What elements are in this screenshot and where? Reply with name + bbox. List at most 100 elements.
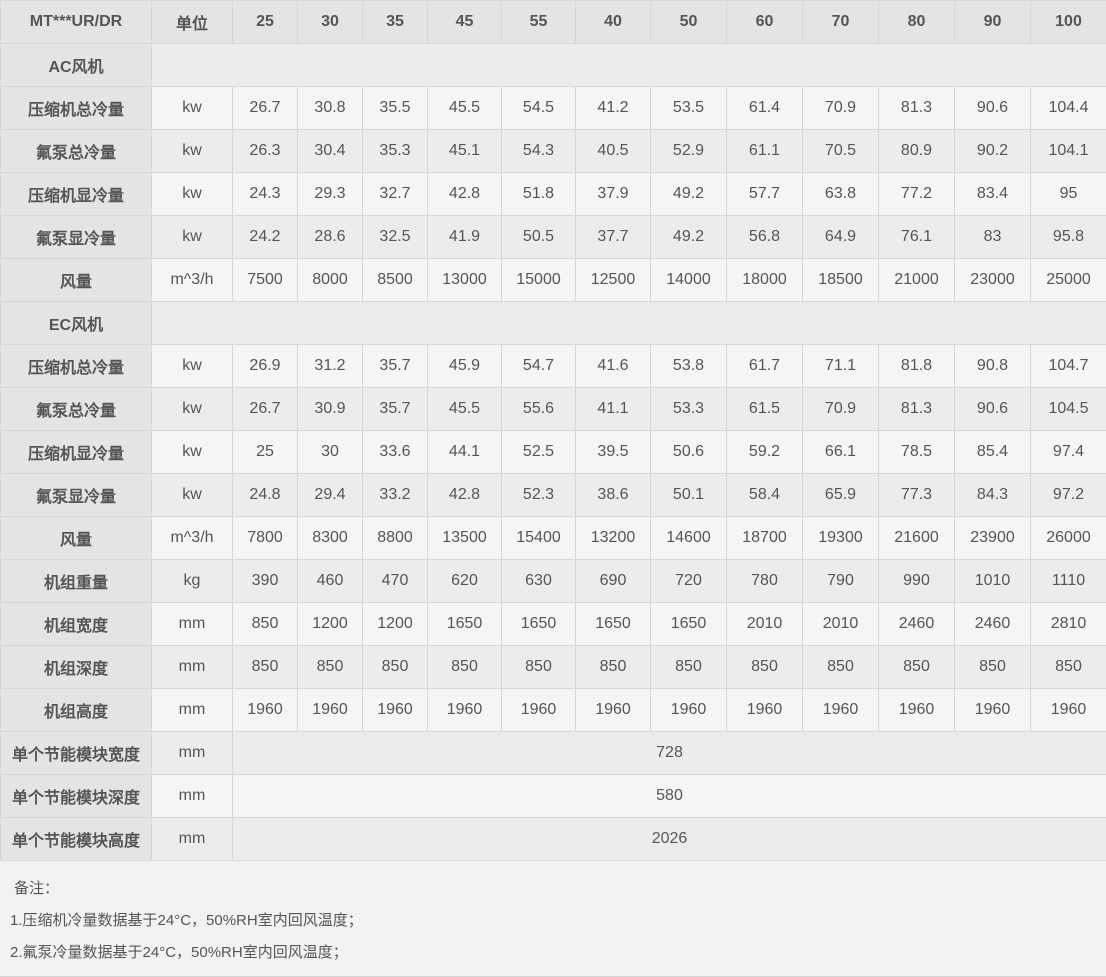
row-label: 机组重量 — [0, 559, 152, 603]
row-label: 单个节能模块高度 — [0, 817, 152, 861]
value-cell: 28.6 — [297, 215, 363, 259]
value-cell: 35.5 — [362, 86, 428, 130]
row-unit: m^3/h — [151, 258, 233, 302]
value-cell: 850 — [362, 645, 428, 689]
row-unit: kw — [151, 344, 233, 388]
table-row: 单个节能模块深度 mm 580 — [0, 774, 1106, 818]
value-cell: 40.5 — [575, 129, 651, 173]
value-cell: 1960 — [878, 688, 955, 732]
value-cell: 12500 — [575, 258, 651, 302]
table-row: 氟泵总冷量 kw 26.7 30.9 35.7 45.5 55.6 41.1 53.3 61.5 7… — [0, 387, 1106, 431]
value-cell: 21000 — [878, 258, 955, 302]
value-cell: 850 — [232, 602, 298, 646]
value-cell: 2460 — [878, 602, 955, 646]
value-cell: 30.9 — [297, 387, 363, 431]
value-cell: 61.5 — [726, 387, 803, 431]
value-cell: 44.1 — [427, 430, 502, 474]
table-row: 机组重量 kg 390 460 470 620 630 690 720 780 790 990 1010… — [0, 559, 1106, 603]
value-cell: 83 — [954, 215, 1031, 259]
value-cell: 8000 — [297, 258, 363, 302]
row-label: 单个节能模块深度 — [0, 774, 152, 818]
value-cell: 8300 — [297, 516, 363, 560]
table-row: 压缩机显冷量 kw 24.3 29.3 32.7 42.8 51.8 37.9 49.2 57.7… — [0, 172, 1106, 216]
row-unit: mm — [151, 817, 233, 861]
value-cell: 18700 — [726, 516, 803, 560]
table-row: 氟泵显冷量 kw 24.8 29.4 33.2 42.8 52.3 38.6 50.1 58.4 6… — [0, 473, 1106, 517]
value-cell: 850 — [575, 645, 651, 689]
section-title: AC风机 — [0, 43, 152, 87]
value-cell: 95 — [1030, 172, 1106, 216]
model-header-cell: 50 — [650, 0, 727, 44]
value-cell: 1960 — [575, 688, 651, 732]
value-cell: 64.9 — [802, 215, 879, 259]
value-cell: 990 — [878, 559, 955, 603]
value-cell: 7800 — [232, 516, 298, 560]
model-header-cell: 35 — [362, 0, 428, 44]
value-cell: 104.7 — [1030, 344, 1106, 388]
value-cell: 42.8 — [427, 172, 502, 216]
value-cell: 850 — [501, 645, 576, 689]
table-row: 氟泵总冷量 kw 26.3 30.4 35.3 45.1 54.3 40.5 52.9 61.1 7… — [0, 129, 1106, 173]
table-row: 风量 m^3/h 7800 8300 8800 13500 15400 13200 14600 1… — [0, 516, 1106, 560]
model-header-cell: 55 — [501, 0, 576, 44]
row-unit: mm — [151, 602, 233, 646]
row-label: 氟泵总冷量 — [0, 387, 152, 431]
value-cell: 52.9 — [650, 129, 727, 173]
value-cell: 790 — [802, 559, 879, 603]
header-row: MT***UR/DR 单位 25 30 35 45 55 40 50 60 70 80 90 100 — [0, 0, 1106, 44]
value-cell: 1650 — [650, 602, 727, 646]
value-cell: 77.2 — [878, 172, 955, 216]
row-unit: kw — [151, 215, 233, 259]
value-cell: 1960 — [297, 688, 363, 732]
value-cell: 45.5 — [427, 86, 502, 130]
value-cell: 53.5 — [650, 86, 727, 130]
value-cell: 1960 — [1030, 688, 1106, 732]
value-cell: 21600 — [878, 516, 955, 560]
row-label: 风量 — [0, 258, 152, 302]
model-header-cell: 90 — [954, 0, 1031, 44]
row-unit: kw — [151, 387, 233, 431]
value-cell: 1960 — [802, 688, 879, 732]
row-unit: kw — [151, 172, 233, 216]
value-cell: 50.5 — [501, 215, 576, 259]
section-title: EC风机 — [0, 301, 152, 345]
value-cell: 25000 — [1030, 258, 1106, 302]
value-cell: 41.9 — [427, 215, 502, 259]
value-cell: 24.2 — [232, 215, 298, 259]
value-cell: 104.1 — [1030, 129, 1106, 173]
note-line: 2.氟泵冷量数据基于24°C，50%RH室内回风温度； — [10, 944, 348, 961]
value-cell: 32.7 — [362, 172, 428, 216]
value-cell: 70.9 — [802, 86, 879, 130]
value-cell: 61.1 — [726, 129, 803, 173]
value-cell: 2010 — [726, 602, 803, 646]
value-cell: 1960 — [650, 688, 727, 732]
value-cell: 32.5 — [362, 215, 428, 259]
value-cell: 49.2 — [650, 172, 727, 216]
model-header-cell: 25 — [232, 0, 298, 44]
value-cell: 1960 — [501, 688, 576, 732]
value-cell: 1650 — [501, 602, 576, 646]
row-unit: kw — [151, 430, 233, 474]
value-cell: 1110 — [1030, 559, 1106, 603]
value-cell: 2460 — [954, 602, 1031, 646]
value-cell: 104.5 — [1030, 387, 1106, 431]
value-cell: 52.3 — [501, 473, 576, 517]
model-header-cell: 30 — [297, 0, 363, 44]
merged-value-cell: 2026 — [232, 817, 1106, 861]
value-cell: 850 — [427, 645, 502, 689]
value-cell: 26.9 — [232, 344, 298, 388]
value-cell: 13200 — [575, 516, 651, 560]
merged-value-cell: 580 — [232, 774, 1106, 818]
value-cell: 90.6 — [954, 387, 1031, 431]
value-cell: 38.6 — [575, 473, 651, 517]
row-label: 单个节能模块宽度 — [0, 731, 152, 775]
value-cell: 850 — [650, 645, 727, 689]
value-cell: 45.1 — [427, 129, 502, 173]
value-cell: 15400 — [501, 516, 576, 560]
row-label: 压缩机总冷量 — [0, 86, 152, 130]
value-cell: 35.7 — [362, 344, 428, 388]
value-cell: 14000 — [650, 258, 727, 302]
value-cell: 41.1 — [575, 387, 651, 431]
value-cell: 70.9 — [802, 387, 879, 431]
value-cell: 1200 — [362, 602, 428, 646]
